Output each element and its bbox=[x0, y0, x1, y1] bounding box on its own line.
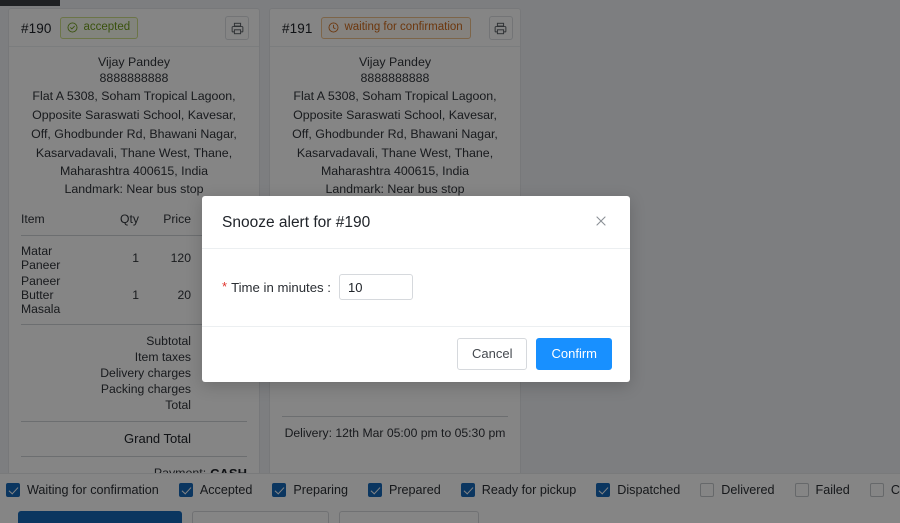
orders-dashboard: #190 accepted Vijay Pandey 8888888888 Fl… bbox=[0, 0, 900, 523]
dialog-body: * Time in minutes : bbox=[202, 249, 630, 326]
dialog-footer: Cancel Confirm bbox=[202, 326, 630, 382]
dialog-title: Snooze alert for #190 bbox=[222, 213, 371, 231]
cancel-button[interactable]: Cancel bbox=[457, 338, 528, 370]
time-in-minutes-label: * Time in minutes : bbox=[222, 280, 331, 295]
close-icon[interactable] bbox=[592, 212, 610, 233]
snooze-alert-dialog: Snooze alert for #190 * Time in minutes … bbox=[202, 196, 630, 382]
time-in-minutes-input[interactable] bbox=[338, 274, 413, 300]
required-marker: * bbox=[222, 278, 228, 294]
confirm-button[interactable]: Confirm bbox=[536, 338, 612, 370]
field-label-text: Time in minutes : bbox=[231, 279, 331, 295]
dialog-header: Snooze alert for #190 bbox=[202, 196, 630, 249]
